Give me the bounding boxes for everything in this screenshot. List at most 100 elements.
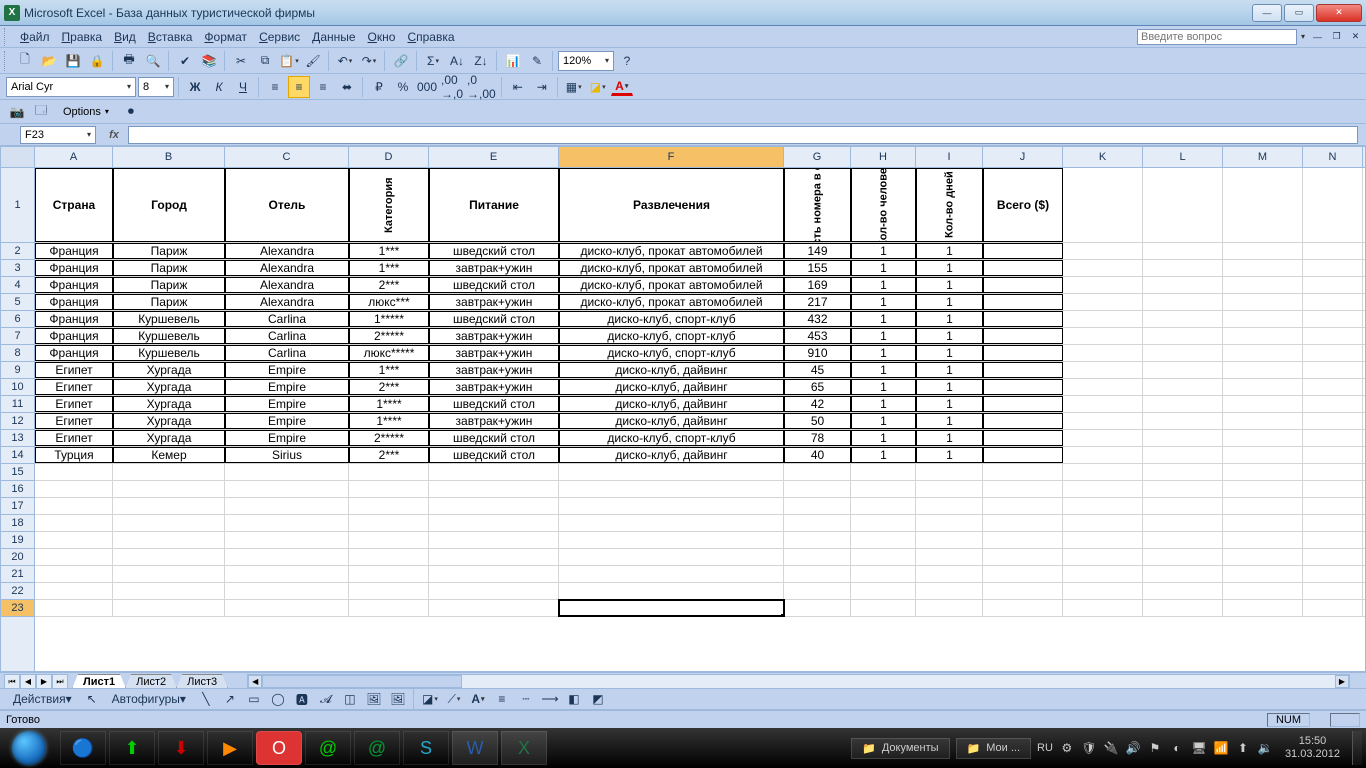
zoom-combo[interactable]: 120% ▾ (558, 51, 614, 71)
cell[interactable]: 65 (784, 379, 851, 395)
font-color-icon[interactable]: A (467, 688, 489, 710)
cell[interactable]: Empire (225, 413, 349, 429)
cell[interactable]: 1 (916, 447, 983, 463)
row-header[interactable]: 6 (1, 311, 34, 328)
cell[interactable]: Париж (113, 277, 225, 293)
cut-icon[interactable]: ✂ (230, 50, 252, 72)
tray-icon[interactable]: ⚑ (1147, 740, 1163, 756)
tab-nav-next[interactable]: ▶ (36, 674, 52, 689)
cell[interactable] (35, 583, 113, 599)
cell[interactable] (1223, 260, 1303, 276)
cell[interactable] (1063, 566, 1143, 582)
research-icon[interactable]: 📚 (198, 50, 220, 72)
cell[interactable] (559, 515, 784, 531)
taskbar-my-folder[interactable]: 📁Мои ... (956, 738, 1031, 759)
cell[interactable] (429, 549, 559, 565)
cell[interactable] (1143, 379, 1223, 395)
row-header[interactable]: 20 (1, 549, 34, 566)
cell[interactable]: Кемер (113, 447, 225, 463)
row-header[interactable]: 15 (1, 464, 34, 481)
cell[interactable]: шведский стол (429, 396, 559, 412)
tray-icon[interactable]: ⬆ (1235, 740, 1251, 756)
actions-menu[interactable]: Действия ▾ (6, 688, 79, 710)
cell[interactable] (349, 532, 429, 548)
cell[interactable]: 1***** (349, 311, 429, 327)
cell[interactable]: диско-клуб, спорт-клуб (559, 311, 784, 327)
cell[interactable]: 1*** (349, 362, 429, 378)
cell[interactable] (1063, 532, 1143, 548)
cell[interactable]: Египет (35, 379, 113, 395)
cell[interactable]: завтрак+ужин (429, 260, 559, 276)
increase-decimal-button[interactable]: ,00→,0 (440, 76, 464, 98)
chart-wizard-icon[interactable]: 📊 (502, 50, 524, 72)
sheet-tab[interactable]: Лист3 (176, 674, 228, 689)
cell[interactable] (1143, 328, 1223, 344)
cell[interactable] (559, 498, 784, 514)
cell[interactable]: диско-клуб, дайвинг (559, 396, 784, 412)
cell[interactable] (1223, 498, 1303, 514)
cell[interactable]: завтрак+ужин (429, 328, 559, 344)
cell[interactable] (35, 566, 113, 582)
cell[interactable] (1303, 498, 1363, 514)
row-header[interactable]: 10 (1, 379, 34, 396)
cell[interactable]: Франция (35, 328, 113, 344)
cell[interactable]: 2***** (349, 328, 429, 344)
row-header[interactable]: 11 (1, 396, 34, 413)
line-color-icon[interactable]: ⟋ (443, 688, 465, 710)
cell[interactable]: Франция (35, 277, 113, 293)
cell[interactable] (1063, 311, 1143, 327)
cell[interactable] (429, 583, 559, 599)
cell[interactable]: 1 (916, 294, 983, 310)
cell[interactable]: Город (113, 168, 225, 242)
taskbar-up-arrow-icon[interactable]: ⬆ (109, 731, 155, 765)
cell[interactable] (1063, 379, 1143, 395)
cell[interactable]: 1 (916, 277, 983, 293)
tray-volume-icon[interactable]: 🔊 (1125, 740, 1141, 756)
cell[interactable] (1223, 481, 1303, 497)
cell[interactable]: 2*** (349, 379, 429, 395)
taskbar-mail-icon[interactable]: @ (305, 731, 351, 765)
workbook-minimize-button[interactable]: — (1311, 30, 1324, 43)
cell[interactable] (35, 532, 113, 548)
spreadsheet-grid[interactable]: 1234567891011121314151617181920212223 AB… (0, 146, 1366, 672)
cell[interactable] (1143, 600, 1223, 616)
cell[interactable] (784, 532, 851, 548)
sort-desc-icon[interactable]: Z↓ (470, 50, 492, 72)
start-button[interactable] (4, 730, 54, 766)
cell[interactable] (1143, 168, 1223, 242)
cell[interactable]: 1 (851, 328, 916, 344)
cell[interactable]: 1 (851, 277, 916, 293)
menu-справка[interactable]: Справка (401, 28, 460, 46)
merge-center-button[interactable]: ⬌ (336, 76, 358, 98)
cell[interactable]: люкс*** (349, 294, 429, 310)
row-header[interactable]: 21 (1, 566, 34, 583)
cell[interactable]: шведский стол (429, 277, 559, 293)
cell[interactable] (559, 464, 784, 480)
cell[interactable] (983, 532, 1063, 548)
cell[interactable] (1303, 481, 1363, 497)
cell[interactable]: 1 (851, 260, 916, 276)
cell[interactable]: 1 (851, 396, 916, 412)
cell[interactable]: 1 (851, 243, 916, 259)
cell[interactable]: Empire (225, 430, 349, 446)
cell[interactable] (1223, 430, 1303, 446)
cell[interactable]: 1 (851, 362, 916, 378)
cell[interactable] (1143, 549, 1223, 565)
cell[interactable] (1143, 447, 1223, 463)
cell[interactable] (559, 532, 784, 548)
cell[interactable] (1223, 168, 1303, 242)
workbook-close-button[interactable]: ✕ (1349, 30, 1362, 43)
cell[interactable] (916, 481, 983, 497)
sheet-tab[interactable]: Лист1 (72, 674, 126, 689)
scroll-right-button[interactable]: ▶ (1335, 675, 1349, 688)
cell[interactable] (559, 600, 784, 616)
window-select-icon[interactable]: 🗔 (30, 101, 52, 123)
cell[interactable]: 2*** (349, 447, 429, 463)
cell[interactable] (983, 345, 1063, 361)
cell[interactable] (983, 362, 1063, 378)
cell[interactable] (1223, 447, 1303, 463)
cell[interactable]: Carlina (225, 328, 349, 344)
cell[interactable] (1143, 566, 1223, 582)
cell[interactable]: 1 (916, 413, 983, 429)
cell[interactable]: Куршевель (113, 345, 225, 361)
